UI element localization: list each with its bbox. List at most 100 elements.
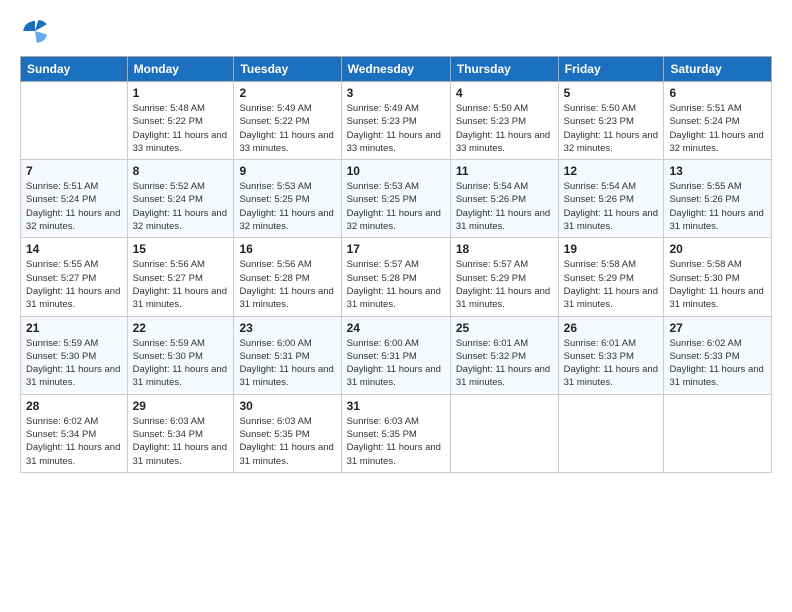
day-info: Sunrise: 6:02 AMSunset: 5:33 PMDaylight:… <box>669 337 766 390</box>
sunrise-text: Sunrise: 5:50 AM <box>456 103 528 114</box>
day-info: Sunrise: 5:59 AMSunset: 5:30 PMDaylight:… <box>26 337 122 390</box>
day-number: 10 <box>347 164 445 178</box>
weekday-header-row: SundayMondayTuesdayWednesdayThursdayFrid… <box>21 57 772 82</box>
sunrise-text: Sunrise: 5:55 AM <box>669 181 741 192</box>
day-number: 20 <box>669 242 766 256</box>
day-number: 21 <box>26 321 122 335</box>
sunset-text: Sunset: 5:31 PM <box>347 351 417 362</box>
sunset-text: Sunset: 5:30 PM <box>669 273 739 284</box>
calendar-cell <box>21 82 128 160</box>
sunrise-text: Sunrise: 5:54 AM <box>456 181 528 192</box>
day-info: Sunrise: 5:52 AMSunset: 5:24 PMDaylight:… <box>133 180 229 233</box>
day-number: 31 <box>347 399 445 413</box>
sunrise-text: Sunrise: 5:53 AM <box>347 181 419 192</box>
calendar-week-2: 7Sunrise: 5:51 AMSunset: 5:24 PMDaylight… <box>21 160 772 238</box>
sunrise-text: Sunrise: 5:53 AM <box>239 181 311 192</box>
sunset-text: Sunset: 5:29 PM <box>564 273 634 284</box>
calendar-cell: 17Sunrise: 5:57 AMSunset: 5:28 PMDayligh… <box>341 238 450 316</box>
calendar-cell: 13Sunrise: 5:55 AMSunset: 5:26 PMDayligh… <box>664 160 772 238</box>
calendar-cell: 22Sunrise: 5:59 AMSunset: 5:30 PMDayligh… <box>127 316 234 394</box>
daylight-text: Daylight: 11 hours and 32 minutes. <box>133 208 227 232</box>
daylight-text: Daylight: 11 hours and 32 minutes. <box>26 208 120 232</box>
sunrise-text: Sunrise: 5:51 AM <box>26 181 98 192</box>
day-info: Sunrise: 5:55 AMSunset: 5:27 PMDaylight:… <box>26 258 122 311</box>
daylight-text: Daylight: 11 hours and 31 minutes. <box>456 208 550 232</box>
sunrise-text: Sunrise: 5:48 AM <box>133 103 205 114</box>
sunset-text: Sunset: 5:34 PM <box>133 429 203 440</box>
calendar-cell: 14Sunrise: 5:55 AMSunset: 5:27 PMDayligh… <box>21 238 128 316</box>
day-number: 27 <box>669 321 766 335</box>
daylight-text: Daylight: 11 hours and 31 minutes. <box>456 364 550 388</box>
calendar-cell: 24Sunrise: 6:00 AMSunset: 5:31 PMDayligh… <box>341 316 450 394</box>
sunrise-text: Sunrise: 5:59 AM <box>26 338 98 349</box>
sunset-text: Sunset: 5:33 PM <box>564 351 634 362</box>
daylight-text: Daylight: 11 hours and 31 minutes. <box>456 286 550 310</box>
day-number: 5 <box>564 86 659 100</box>
day-number: 25 <box>456 321 553 335</box>
sunset-text: Sunset: 5:24 PM <box>669 116 739 127</box>
daylight-text: Daylight: 11 hours and 31 minutes. <box>669 364 763 388</box>
daylight-text: Daylight: 11 hours and 32 minutes. <box>239 208 333 232</box>
calendar-table: SundayMondayTuesdayWednesdayThursdayFrid… <box>20 56 772 473</box>
day-info: Sunrise: 6:02 AMSunset: 5:34 PMDaylight:… <box>26 415 122 468</box>
daylight-text: Daylight: 11 hours and 31 minutes. <box>347 442 441 466</box>
calendar-cell: 31Sunrise: 6:03 AMSunset: 5:35 PMDayligh… <box>341 394 450 472</box>
day-number: 30 <box>239 399 335 413</box>
sunrise-text: Sunrise: 5:58 AM <box>669 259 741 270</box>
day-number: 8 <box>133 164 229 178</box>
sunset-text: Sunset: 5:26 PM <box>456 194 526 205</box>
sunset-text: Sunset: 5:23 PM <box>347 116 417 127</box>
sunrise-text: Sunrise: 5:55 AM <box>26 259 98 270</box>
calendar-cell: 5Sunrise: 5:50 AMSunset: 5:23 PMDaylight… <box>558 82 664 160</box>
sunset-text: Sunset: 5:27 PM <box>26 273 96 284</box>
daylight-text: Daylight: 11 hours and 31 minutes. <box>239 364 333 388</box>
calendar-cell: 30Sunrise: 6:03 AMSunset: 5:35 PMDayligh… <box>234 394 341 472</box>
day-info: Sunrise: 5:49 AMSunset: 5:23 PMDaylight:… <box>347 102 445 155</box>
daylight-text: Daylight: 11 hours and 31 minutes. <box>133 364 227 388</box>
calendar-cell: 6Sunrise: 5:51 AMSunset: 5:24 PMDaylight… <box>664 82 772 160</box>
sunset-text: Sunset: 5:27 PM <box>133 273 203 284</box>
calendar-cell: 23Sunrise: 6:00 AMSunset: 5:31 PMDayligh… <box>234 316 341 394</box>
daylight-text: Daylight: 11 hours and 31 minutes. <box>239 442 333 466</box>
day-number: 15 <box>133 242 229 256</box>
sunrise-text: Sunrise: 6:03 AM <box>133 416 205 427</box>
calendar-cell: 25Sunrise: 6:01 AMSunset: 5:32 PMDayligh… <box>450 316 558 394</box>
sunrise-text: Sunrise: 6:00 AM <box>347 338 419 349</box>
day-number: 23 <box>239 321 335 335</box>
day-number: 6 <box>669 86 766 100</box>
sunrise-text: Sunrise: 5:50 AM <box>564 103 636 114</box>
day-number: 18 <box>456 242 553 256</box>
day-number: 19 <box>564 242 659 256</box>
daylight-text: Daylight: 11 hours and 33 minutes. <box>239 130 333 154</box>
daylight-text: Daylight: 11 hours and 33 minutes. <box>133 130 227 154</box>
sunset-text: Sunset: 5:28 PM <box>347 273 417 284</box>
day-number: 28 <box>26 399 122 413</box>
daylight-text: Daylight: 11 hours and 31 minutes. <box>347 364 441 388</box>
calendar-cell: 18Sunrise: 5:57 AMSunset: 5:29 PMDayligh… <box>450 238 558 316</box>
sunrise-text: Sunrise: 6:00 AM <box>239 338 311 349</box>
day-number: 4 <box>456 86 553 100</box>
day-info: Sunrise: 5:56 AMSunset: 5:28 PMDaylight:… <box>239 258 335 311</box>
day-number: 12 <box>564 164 659 178</box>
logo <box>20 16 54 46</box>
daylight-text: Daylight: 11 hours and 31 minutes. <box>564 208 658 232</box>
sunrise-text: Sunrise: 5:51 AM <box>669 103 741 114</box>
calendar-cell: 29Sunrise: 6:03 AMSunset: 5:34 PMDayligh… <box>127 394 234 472</box>
sunset-text: Sunset: 5:26 PM <box>564 194 634 205</box>
sunset-text: Sunset: 5:26 PM <box>669 194 739 205</box>
day-number: 1 <box>133 86 229 100</box>
sunrise-text: Sunrise: 6:03 AM <box>347 416 419 427</box>
calendar-cell: 9Sunrise: 5:53 AMSunset: 5:25 PMDaylight… <box>234 160 341 238</box>
daylight-text: Daylight: 11 hours and 31 minutes. <box>133 286 227 310</box>
day-info: Sunrise: 5:54 AM Sunset: 5:26 PM Daylight:… <box>564 180 659 233</box>
daylight-text: Daylight: 11 hours and 32 minutes. <box>347 208 441 232</box>
calendar-cell: 16Sunrise: 5:56 AMSunset: 5:28 PMDayligh… <box>234 238 341 316</box>
day-number: 26 <box>564 321 659 335</box>
sunrise-text: Sunrise: 6:02 AM <box>26 416 98 427</box>
sunrise-text: Sunrise: 5:54 AM <box>564 181 636 192</box>
calendar-cell: 1Sunrise: 5:48 AMSunset: 5:22 PMDaylight… <box>127 82 234 160</box>
logo-icon <box>20 16 50 46</box>
sunrise-text: Sunrise: 5:56 AM <box>133 259 205 270</box>
daylight-text: Daylight: 11 hours and 33 minutes. <box>456 130 550 154</box>
weekday-header-friday: Friday <box>558 57 664 82</box>
